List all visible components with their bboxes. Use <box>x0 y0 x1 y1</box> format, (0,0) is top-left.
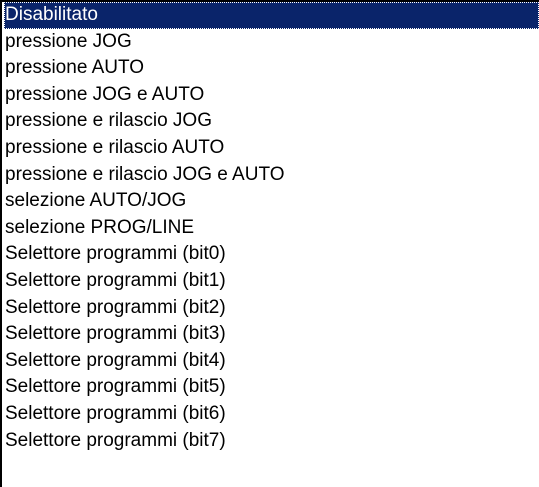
list-item-selezione-prog-line[interactable]: selezione PROG/LINE <box>4 215 539 242</box>
list-item-selezione-auto-jog[interactable]: selezione AUTO/JOG <box>4 188 539 215</box>
list-item-pressione-jog-e-auto[interactable]: pressione JOG e AUTO <box>4 82 539 109</box>
list-item-selettore-bit0[interactable]: Selettore programmi (bit0) <box>4 241 539 268</box>
list-item-selettore-bit7[interactable]: Selettore programmi (bit7) <box>4 428 539 455</box>
list-item-pressione-jog[interactable]: pressione JOG <box>4 29 539 56</box>
list-item-selettore-bit3[interactable]: Selettore programmi (bit3) <box>4 321 539 348</box>
list-item-pressione-rilascio-auto[interactable]: pressione e rilascio AUTO <box>4 135 539 162</box>
list-item-pressione-rilascio-jog-e-auto[interactable]: pressione e rilascio JOG e AUTO <box>4 162 539 189</box>
option-list: Disabilitato pressione JOG pressione AUT… <box>2 2 539 454</box>
list-item-pressione-rilascio-jog[interactable]: pressione e rilascio JOG <box>4 108 539 135</box>
list-item-selettore-bit6[interactable]: Selettore programmi (bit6) <box>4 401 539 428</box>
list-item-selettore-bit4[interactable]: Selettore programmi (bit4) <box>4 348 539 375</box>
dropdown-list[interactable]: Disabilitato pressione JOG pressione AUT… <box>0 0 539 487</box>
list-item-pressione-auto[interactable]: pressione AUTO <box>4 55 539 82</box>
list-item-selettore-bit2[interactable]: Selettore programmi (bit2) <box>4 295 539 322</box>
list-item-selettore-bit1[interactable]: Selettore programmi (bit1) <box>4 268 539 295</box>
list-item-selettore-bit5[interactable]: Selettore programmi (bit5) <box>4 374 539 401</box>
list-item-disabilitato[interactable]: Disabilitato <box>4 2 539 29</box>
